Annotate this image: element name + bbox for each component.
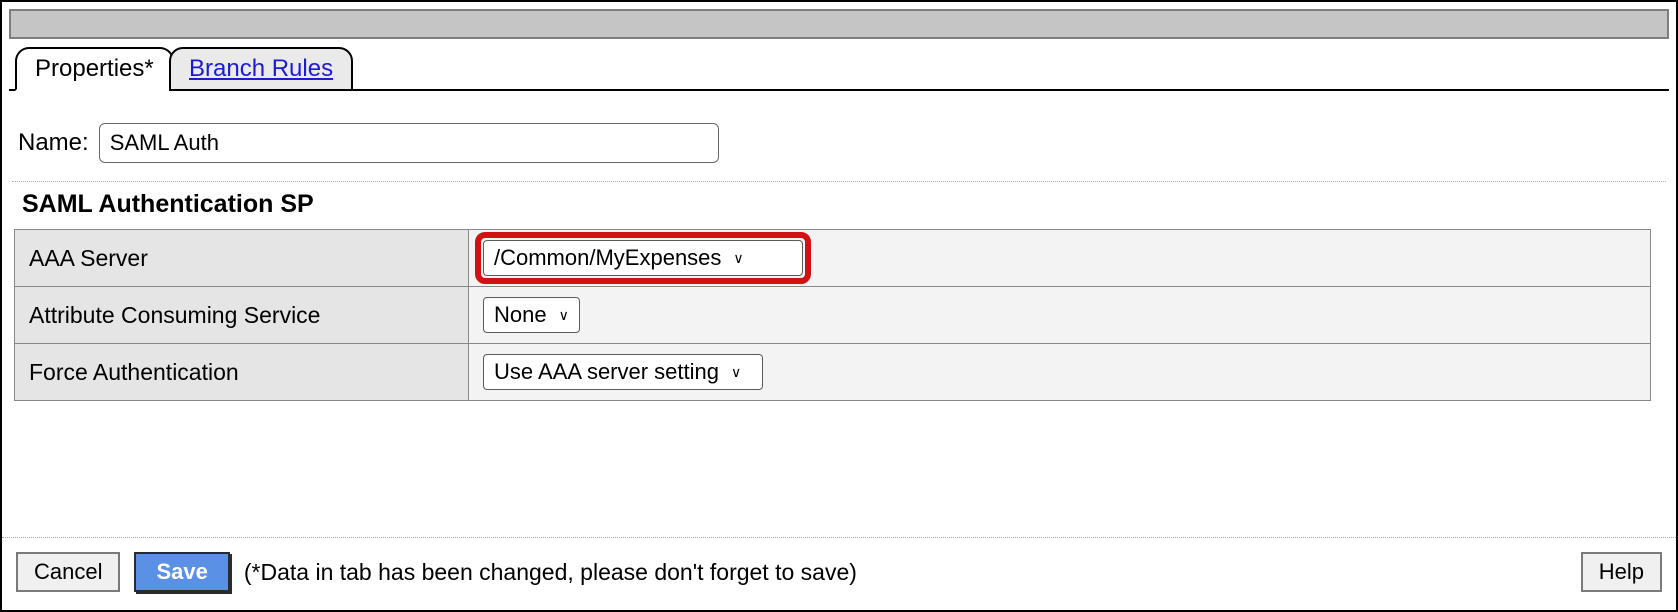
dirty-hint-text: (*Data in tab has been changed, please d… — [244, 559, 857, 586]
save-button[interactable]: Save — [134, 552, 229, 592]
chevron-down-icon: ∨ — [729, 250, 743, 267]
label-acs: Attribute Consuming Service — [15, 287, 469, 344]
force-auth-select[interactable]: Use AAA server setting ∨ — [483, 354, 763, 390]
force-auth-select-value: Use AAA server setting — [494, 359, 719, 385]
separator — [12, 181, 1666, 182]
value-cell-aaa-server: /Common/MyExpenses ∨ — [469, 230, 1651, 287]
row-acs: Attribute Consuming Service None ∨ — [15, 287, 1651, 344]
section-title: SAML Authentication SP — [12, 190, 1666, 219]
form-area: Name: SAML Authentication SP AAA Server … — [2, 91, 1676, 401]
acs-select-value: None — [494, 302, 547, 328]
tab-branch-rules-label: Branch Rules — [189, 55, 333, 82]
title-bar — [9, 9, 1669, 39]
tab-row: Properties* Branch Rules — [9, 47, 1669, 91]
name-input[interactable] — [99, 123, 719, 163]
label-aaa-server: AAA Server — [15, 230, 469, 287]
help-button[interactable]: Help — [1581, 552, 1662, 592]
tab-properties-label: Properties* — [35, 55, 154, 82]
aaa-server-select[interactable]: /Common/MyExpenses ∨ — [483, 240, 803, 276]
row-aaa-server: AAA Server /Common/MyExpenses ∨ — [15, 230, 1651, 287]
label-force-auth: Force Authentication — [15, 344, 469, 401]
aaa-server-highlight: /Common/MyExpenses ∨ — [483, 240, 803, 276]
name-row: Name: — [12, 123, 1666, 163]
name-label: Name: — [18, 129, 89, 157]
settings-table: AAA Server /Common/MyExpenses ∨ Attribut… — [14, 229, 1651, 401]
footer-bar: Cancel Save (*Data in tab has been chang… — [2, 537, 1676, 610]
value-cell-acs: None ∨ — [469, 287, 1651, 344]
cancel-button[interactable]: Cancel — [16, 552, 120, 592]
chevron-down-icon: ∨ — [727, 364, 741, 381]
value-cell-force-auth: Use AAA server setting ∨ — [469, 344, 1651, 401]
chevron-down-icon: ∨ — [555, 307, 569, 324]
aaa-server-select-value: /Common/MyExpenses — [494, 245, 721, 271]
row-force-auth: Force Authentication Use AAA server sett… — [15, 344, 1651, 401]
dialog-window: Properties* Branch Rules Name: SAML Auth… — [0, 0, 1678, 612]
tab-branch-rules[interactable]: Branch Rules — [169, 47, 353, 91]
tab-properties[interactable]: Properties* — [15, 47, 174, 91]
acs-select[interactable]: None ∨ — [483, 297, 580, 333]
